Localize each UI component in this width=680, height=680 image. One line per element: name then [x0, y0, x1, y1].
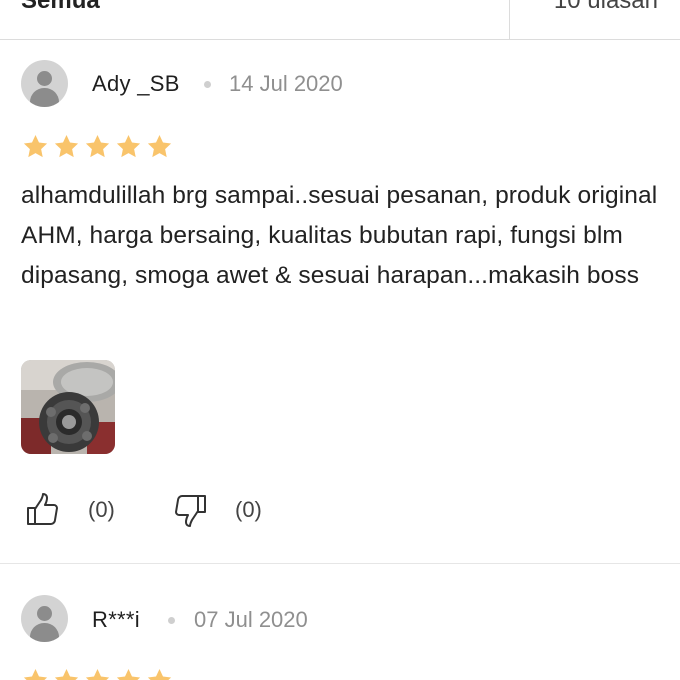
star-icon — [85, 669, 110, 680]
review-card: Ady _SB 14 Jul 2020 alhamdulillah brg sa… — [0, 40, 680, 564]
star-icon — [54, 669, 79, 680]
dislike-button[interactable]: (0) — [171, 490, 262, 530]
avatar[interactable] — [21, 60, 68, 107]
star-icon — [147, 135, 172, 158]
star-icon — [54, 135, 79, 158]
like-count: (0) — [88, 497, 115, 522]
reviewer-name[interactable]: Ady _SB — [92, 71, 180, 97]
rating-stars — [22, 667, 173, 680]
star-icon — [23, 135, 48, 158]
separator-dot — [204, 81, 211, 88]
star-icon — [85, 135, 110, 158]
product-photo — [21, 360, 115, 454]
rating-stars — [22, 133, 173, 161]
review-card: R***i 07 Jul 2020 — [0, 565, 680, 680]
separator-dot — [168, 617, 175, 624]
review-date: 14 Jul 2020 — [229, 71, 343, 96]
review-count-tab[interactable]: 10 ulasan — [509, 0, 680, 40]
like-button[interactable]: (0) — [24, 490, 115, 530]
star-icon — [116, 669, 141, 680]
review-photo-thumbnail[interactable] — [21, 360, 115, 454]
filter-all-tab[interactable]: Semua — [0, 0, 510, 26]
review-text: alhamdulillah brg sampai..sesuai pesanan… — [21, 182, 658, 289]
avatar[interactable] — [21, 595, 68, 642]
review-date: 07 Jul 2020 — [194, 607, 308, 632]
review-count-label: 10 ulasan — [553, 0, 658, 14]
dislike-count: (0) — [235, 497, 262, 522]
filter-bar: Semua 10 ulasan — [0, 0, 680, 40]
star-icon — [147, 669, 172, 680]
reviewer-name[interactable]: R***i — [92, 607, 140, 633]
star-icon — [23, 669, 48, 680]
thumbs-down-icon — [175, 495, 206, 527]
filter-all-label: Semua — [21, 0, 100, 14]
star-icon — [116, 135, 141, 158]
thumbs-up-icon — [27, 493, 58, 525]
